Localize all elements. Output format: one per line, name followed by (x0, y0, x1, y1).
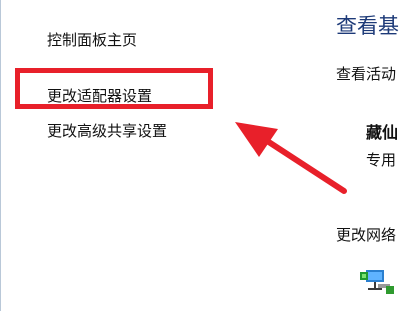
active-networks-label: 查看活动 (336, 65, 397, 83)
sidebar: 控制面板主页 更改适配器设置 更改高级共享设置 (1, 0, 318, 311)
sidebar-item-control-panel-home[interactable]: 控制面板主页 (47, 30, 137, 50)
main-content: 查看基 查看活动 藏仙 专用 更改网络 (318, 0, 399, 311)
network-type: 专用 (366, 151, 397, 169)
sidebar-item-change-adapter-settings[interactable]: 更改适配器设置 (47, 86, 152, 106)
control-panel-window: 控制面板主页 更改适配器设置 更改高级共享设置 查看基 查看活动 藏仙 专用 更… (0, 0, 399, 311)
network-name: 藏仙 (366, 123, 399, 142)
page-title: 查看基 (336, 14, 399, 38)
sidebar-item-change-advanced-sharing-settings[interactable]: 更改高级共享设置 (47, 121, 167, 141)
change-network-settings-label: 更改网络 (336, 226, 397, 244)
network-adapter-icon[interactable] (358, 262, 399, 298)
